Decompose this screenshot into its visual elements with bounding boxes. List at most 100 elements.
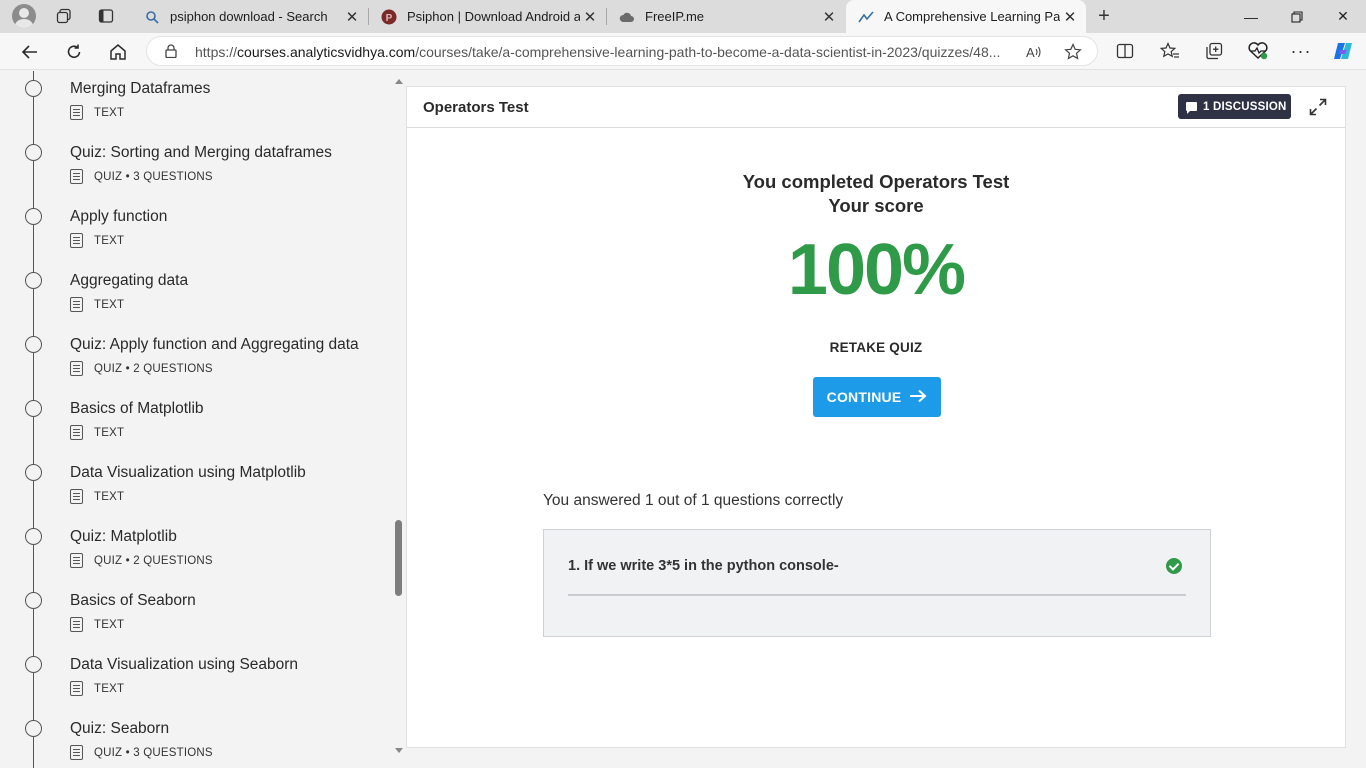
read-aloud-icon[interactable]: A xyxy=(1023,42,1045,62)
check-circle-icon xyxy=(1166,558,1182,574)
collections-icon[interactable] xyxy=(1202,39,1226,63)
text-lesson-icon xyxy=(70,297,83,312)
new-tab-icon[interactable]: + xyxy=(1093,5,1115,27)
split-screen-icon[interactable] xyxy=(1113,39,1137,63)
lesson-title: Quiz: Sorting and Merging dataframes xyxy=(70,144,332,161)
lesson-item[interactable]: Aggregating data TEXT xyxy=(0,268,392,332)
lesson-item[interactable]: Quiz: Apply function and Aggregating dat… xyxy=(0,332,392,396)
status-circle-icon xyxy=(25,464,42,481)
status-circle-icon xyxy=(25,80,42,97)
search-icon xyxy=(144,9,160,25)
close-tab-icon[interactable]: ✕ xyxy=(580,8,600,26)
quiz-result-panel: Operators Test 1 DISCUSSION You complete… xyxy=(406,86,1346,748)
minimize-icon[interactable]: — xyxy=(1228,0,1274,33)
answered-summary: You answered 1 out of 1 questions correc… xyxy=(543,492,844,509)
lesson-item[interactable]: Apply function TEXT xyxy=(0,204,392,268)
lesson-item[interactable]: Quiz: Sorting and Merging dataframes QUI… xyxy=(0,140,392,204)
lesson-item[interactable]: Basics of Matplotlib TEXT xyxy=(0,396,392,460)
tab-freeip[interactable]: FreeIP.me ✕ xyxy=(607,0,845,33)
lesson-item[interactable]: Basics of Seaborn TEXT xyxy=(0,588,392,652)
scroll-down-icon[interactable] xyxy=(395,748,403,753)
lesson-title: Quiz: Seaborn xyxy=(70,720,170,737)
status-circle-icon xyxy=(25,208,42,225)
text-lesson-icon xyxy=(70,425,83,440)
analytics-icon xyxy=(858,9,874,25)
favorite-star-icon[interactable] xyxy=(1062,42,1084,62)
status-circle-icon xyxy=(25,144,42,161)
panel-header: Operators Test 1 DISCUSSION xyxy=(407,87,1345,128)
home-icon[interactable] xyxy=(104,38,132,66)
lesson-meta: TEXT xyxy=(70,233,124,248)
close-tab-icon[interactable]: ✕ xyxy=(342,8,362,26)
completed-heading: You completed Operators Test xyxy=(742,171,1010,192)
tab-psiphon-download[interactable]: P Psiphon | Download Android app ✕ xyxy=(369,0,606,33)
course-sidebar: Merging Dataframes TEXT Quiz: Sorting an… xyxy=(0,71,406,768)
close-tab-icon[interactable]: ✕ xyxy=(1060,8,1080,26)
lesson-type: TEXT xyxy=(94,426,125,439)
retake-quiz-link[interactable]: RETAKE QUIZ xyxy=(407,340,1345,355)
restore-icon[interactable] xyxy=(1274,0,1320,33)
question-result-card[interactable]: 1. If we write 3*5 in the python console… xyxy=(543,529,1211,637)
cloud-icon xyxy=(619,9,635,25)
score-value: 100% xyxy=(787,230,966,310)
favorites-icon[interactable] xyxy=(1158,39,1182,63)
more-options-icon[interactable]: ··· xyxy=(1289,39,1313,63)
lesson-type: TEXT xyxy=(94,298,125,311)
lesson-item[interactable]: Data Visualization using Matplotlib TEXT xyxy=(0,460,392,524)
sidebar-scrollbar[interactable] xyxy=(392,71,406,768)
lock-icon[interactable] xyxy=(165,44,177,58)
tab-title: A Comprehensive Learning Path t xyxy=(884,9,1060,24)
copilot-icon[interactable] xyxy=(1331,39,1355,63)
text-lesson-icon xyxy=(70,617,83,632)
close-tab-icon[interactable]: ✕ xyxy=(819,8,839,26)
lesson-meta: TEXT xyxy=(70,425,124,440)
address-bar-row: https://courses.analyticsvidhya.com/cour… xyxy=(0,33,1366,70)
scrollbar-thumb[interactable] xyxy=(395,520,402,596)
close-window-icon[interactable]: ✕ xyxy=(1320,0,1366,33)
url-prefix: https:// xyxy=(195,44,238,60)
lesson-item[interactable]: Merging Dataframes TEXT xyxy=(0,76,392,140)
lesson-item[interactable]: Data Visualization using Seaborn TEXT xyxy=(0,652,392,716)
tab-title: Psiphon | Download Android app xyxy=(407,9,580,24)
lesson-title: Basics of Seaborn xyxy=(70,592,196,609)
lesson-type: QUIZ • 3 QUESTIONS xyxy=(94,746,213,759)
lesson-type: TEXT xyxy=(94,490,125,503)
discussion-button[interactable]: 1 DISCUSSION xyxy=(1178,94,1291,119)
profile-avatar[interactable] xyxy=(12,4,36,28)
status-circle-icon xyxy=(25,400,42,417)
tab-psiphon-search[interactable]: psiphon download - Search ✕ xyxy=(132,0,368,33)
discussion-label: 1 DISCUSSION xyxy=(1203,100,1287,113)
lesson-item[interactable]: Quiz: Matplotlib QUIZ • 2 QUESTIONS xyxy=(0,524,392,588)
workspaces-icon[interactable] xyxy=(53,5,75,27)
lesson-title: Data Visualization using Seaborn xyxy=(70,656,299,673)
lesson-meta: QUIZ • 2 QUESTIONS xyxy=(70,361,213,376)
lesson-meta: QUIZ • 2 QUESTIONS xyxy=(70,553,213,568)
tab-actions-icon[interactable] xyxy=(95,5,117,27)
quiz-icon xyxy=(70,745,83,760)
url-field[interactable]: https://courses.analyticsvidhya.com/cour… xyxy=(146,36,1098,66)
lesson-title: Merging Dataframes xyxy=(70,80,211,97)
lesson-meta: TEXT xyxy=(70,489,124,504)
continue-button[interactable]: CONTINUE xyxy=(813,377,941,417)
lesson-type: TEXT xyxy=(94,618,125,631)
text-lesson-icon xyxy=(70,681,83,696)
fullscreen-icon[interactable] xyxy=(1309,98,1327,116)
status-circle-icon xyxy=(25,592,42,609)
lesson-meta: QUIZ • 3 QUESTIONS xyxy=(70,169,213,184)
lesson-meta: TEXT xyxy=(70,681,124,696)
lesson-title: Basics of Matplotlib xyxy=(70,400,204,417)
back-icon[interactable] xyxy=(16,38,44,66)
lesson-meta: TEXT xyxy=(70,105,124,120)
status-circle-icon xyxy=(25,336,42,353)
lesson-meta: TEXT xyxy=(70,297,124,312)
scroll-up-icon[interactable] xyxy=(395,79,403,84)
lesson-item[interactable]: Quiz: Seaborn QUIZ • 3 QUESTIONS xyxy=(0,716,392,768)
arrow-right-icon xyxy=(909,388,927,406)
refresh-icon[interactable] xyxy=(60,38,88,66)
browser-essentials-icon[interactable] xyxy=(1246,39,1270,63)
tab-learning-path[interactable]: A Comprehensive Learning Path t ✕ xyxy=(846,0,1086,33)
lesson-title: Quiz: Apply function and Aggregating dat… xyxy=(70,336,359,353)
psiphon-icon: P xyxy=(381,9,397,25)
lesson-meta: TEXT xyxy=(70,617,124,632)
question-divider xyxy=(568,594,1186,596)
